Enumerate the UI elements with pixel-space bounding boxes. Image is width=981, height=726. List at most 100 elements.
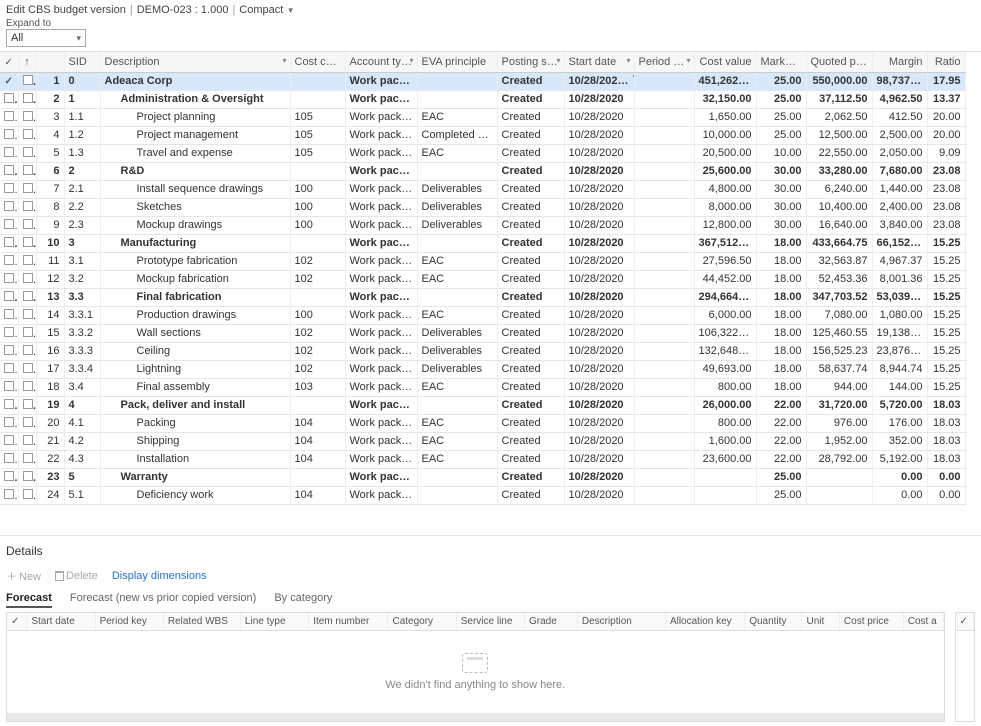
row-mark[interactable] — [0, 198, 18, 216]
row-select[interactable] — [18, 324, 36, 342]
table-row[interactable]: 103ManufacturingWork packageCreated10/28… — [0, 234, 965, 252]
table-row[interactable]: 235WarrantyWork packageCreated10/28/2020… — [0, 468, 965, 486]
forecast-header-unit[interactable]: Unit — [802, 613, 839, 631]
tab-by-category[interactable]: By category — [274, 592, 332, 608]
row-select[interactable] — [18, 414, 36, 432]
table-row[interactable]: 21Administration & OversightWork package… — [0, 90, 965, 108]
table-row[interactable]: 72.1Install sequence drawings100Work pac… — [0, 180, 965, 198]
row-mark[interactable] — [0, 288, 18, 306]
table-row[interactable]: 92.3Mockup drawings100Work packageDelive… — [0, 216, 965, 234]
header-select-all[interactable] — [0, 52, 18, 72]
forecast-header-item[interactable]: Item number — [309, 613, 388, 631]
row-select[interactable] — [18, 378, 36, 396]
header-row[interactable] — [36, 52, 64, 72]
forecast-header-desc[interactable]: Description — [577, 613, 665, 631]
table-row[interactable]: 153.3.2Wall sections102Work packageDeliv… — [0, 324, 965, 342]
row-mark[interactable] — [0, 126, 18, 144]
forecast-header-qty[interactable]: Quantity — [745, 613, 802, 631]
table-row[interactable]: 31.1Project planning105Work packageEACCr… — [0, 108, 965, 126]
row-mark[interactable] — [0, 468, 18, 486]
row-select[interactable] — [18, 432, 36, 450]
chevron-down-icon[interactable]: ▾ — [626, 56, 630, 65]
chevron-down-icon[interactable]: ▾ — [409, 56, 413, 65]
table-row[interactable]: 51.3Travel and expense105Work packageEAC… — [0, 144, 965, 162]
row-select[interactable] — [18, 216, 36, 234]
calendar-icon[interactable] — [631, 76, 634, 86]
row-mark[interactable] — [0, 234, 18, 252]
chevron-down-icon[interactable]: ▾ — [686, 56, 690, 65]
header-start[interactable]: Start date▾ — [564, 52, 634, 72]
row-mark[interactable] — [0, 90, 18, 108]
forecast-header-alloc[interactable]: Allocation key — [665, 613, 744, 631]
row-select[interactable] — [18, 180, 36, 198]
row-select[interactable] — [18, 450, 36, 468]
row-select[interactable] — [18, 270, 36, 288]
row-mark[interactable] — [0, 360, 18, 378]
row-mark[interactable] — [0, 324, 18, 342]
row-mark[interactable] — [0, 342, 18, 360]
row-mark[interactable] — [0, 252, 18, 270]
forecast-header-costprice[interactable]: Cost price — [839, 613, 903, 631]
table-row[interactable]: 214.2Shipping104Work packageEACCreated10… — [0, 432, 965, 450]
row-mark[interactable] — [0, 180, 18, 198]
table-row[interactable]: 194Pack, deliver and installWork package… — [0, 396, 965, 414]
row-mark[interactable] — [0, 162, 18, 180]
row-mark[interactable] — [0, 270, 18, 288]
delete-button[interactable]: Delete — [55, 570, 98, 582]
row-mark[interactable] — [0, 432, 18, 450]
chevron-down-icon[interactable]: ▾ — [556, 56, 560, 65]
right-header-check[interactable] — [956, 613, 974, 631]
header-cost-value[interactable]: Cost value — [694, 52, 756, 72]
table-row[interactable]: 123.2Mockup fabrication102Work packageEA… — [0, 270, 965, 288]
table-row[interactable]: 82.2Sketches100Work packageDeliverablesC… — [0, 198, 965, 216]
row-mark[interactable] — [0, 216, 18, 234]
row-select[interactable] — [18, 252, 36, 270]
header-posting[interactable]: Posting status▾ — [497, 52, 564, 72]
header-ratio[interactable]: Ratio — [927, 52, 965, 72]
forecast-header-costa[interactable]: Cost a — [903, 613, 943, 631]
row-select[interactable] — [18, 396, 36, 414]
row-select[interactable] — [18, 162, 36, 180]
expand-to-select[interactable]: All ▾ — [6, 29, 86, 47]
row-select[interactable] — [18, 198, 36, 216]
row-select[interactable] — [18, 306, 36, 324]
row-mark[interactable] — [0, 378, 18, 396]
header-sid[interactable]: SID — [64, 52, 100, 72]
row-mark[interactable] — [0, 144, 18, 162]
row-select[interactable] — [18, 108, 36, 126]
row-select[interactable] — [18, 342, 36, 360]
view-mode-dropdown[interactable]: Compact ▾ — [239, 4, 293, 16]
forecast-header-category[interactable]: Category — [388, 613, 456, 631]
header-sort[interactable]: ↑ — [18, 52, 36, 72]
new-button[interactable]: ＋New — [6, 568, 41, 584]
table-row[interactable]: 143.3.1Production drawings100Work packag… — [0, 306, 965, 324]
forecast-header-related[interactable]: Related WBS — [163, 613, 240, 631]
row-mark[interactable] — [0, 396, 18, 414]
table-row[interactable]: 133.3Final fabricationWork packageCreate… — [0, 288, 965, 306]
row-select[interactable] — [18, 144, 36, 162]
row-mark[interactable] — [0, 72, 18, 90]
forecast-header-service[interactable]: Service line — [456, 613, 524, 631]
table-row[interactable]: 41.2Project management105Work packageCom… — [0, 126, 965, 144]
tab-compare[interactable]: Forecast (new vs prior copied version) — [70, 592, 256, 608]
forecast-header-check[interactable] — [7, 613, 27, 631]
row-select[interactable] — [18, 360, 36, 378]
row-mark[interactable] — [0, 450, 18, 468]
table-row[interactable]: 163.3.3Ceiling102Work packageDeliverable… — [0, 342, 965, 360]
table-row[interactable]: 204.1Packing104Work packageEACCreated10/… — [0, 414, 965, 432]
header-description[interactable]: Description▾ — [100, 52, 290, 72]
row-mark[interactable] — [0, 306, 18, 324]
header-quoted[interactable]: Quoted price — [806, 52, 872, 72]
header-account-type[interactable]: Account type▾ — [345, 52, 417, 72]
row-select[interactable] — [18, 234, 36, 252]
table-row[interactable]: 245.1Deficiency work104Work packageCreat… — [0, 486, 965, 504]
row-mark[interactable] — [0, 108, 18, 126]
table-row[interactable]: 113.1Prototype fabrication102Work packag… — [0, 252, 965, 270]
row-mark[interactable] — [0, 486, 18, 504]
forecast-header-start[interactable]: Start date — [27, 613, 95, 631]
header-cost-code[interactable]: Cost code — [290, 52, 345, 72]
table-row[interactable]: 62R&DWork packageCreated10/28/202025,600… — [0, 162, 965, 180]
header-margin[interactable]: Margin — [872, 52, 927, 72]
forecast-header-grade[interactable]: Grade — [525, 613, 578, 631]
display-dimensions-link[interactable]: Display dimensions — [112, 570, 207, 582]
